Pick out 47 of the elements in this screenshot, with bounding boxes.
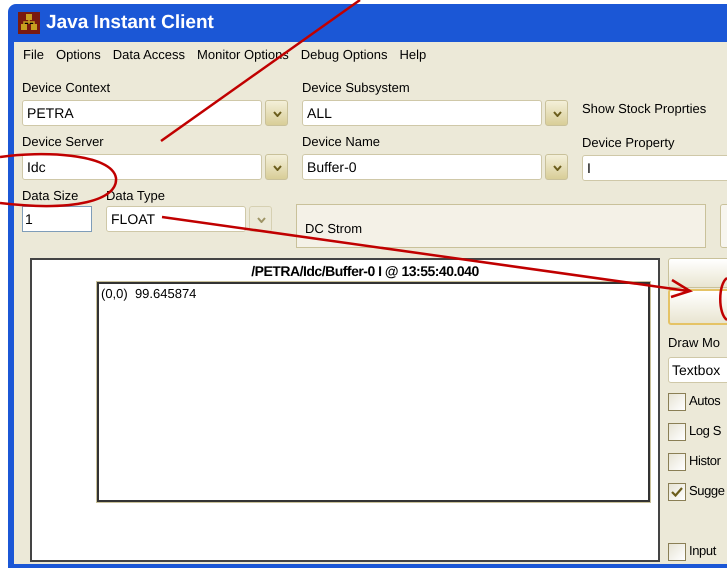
dropdown-button[interactable] (265, 154, 288, 180)
field-label: Sugge (689, 483, 725, 499)
field-label: DC Strom (305, 221, 362, 236)
field-label: Device Context (22, 80, 110, 96)
field-label: Input (689, 543, 716, 559)
checkmark-icon (671, 487, 683, 497)
action-button[interactable] (668, 289, 727, 325)
checkbox[interactable] (668, 453, 686, 471)
chevron-down-icon (553, 165, 562, 171)
field-label: Autos (689, 393, 720, 409)
chevron-down-icon (273, 111, 282, 117)
dropdown-button[interactable] (545, 100, 568, 126)
data-size-field[interactable]: 1 (22, 206, 92, 232)
checkbox[interactable] (668, 483, 686, 501)
chevron-down-icon (257, 217, 266, 223)
chevron-down-icon (553, 111, 562, 117)
chevron-down-icon (273, 165, 282, 171)
combo-field[interactable]: PETRA (22, 100, 262, 126)
menu-item[interactable]: Help (394, 45, 432, 65)
field-label: Device Name (302, 134, 380, 150)
display-title: /PETRA/Idc/Buffer-0 I @ 13:55:40.040 (251, 262, 479, 281)
dropdown-button[interactable] (545, 154, 568, 180)
field-label: Log S (689, 423, 721, 439)
field-label: Device Server (22, 134, 104, 150)
field-label: Histor (689, 453, 721, 469)
menu-item[interactable]: Debug Options (296, 45, 393, 65)
field-label: Data Size (22, 188, 78, 204)
data-line: (0,0) 99.645874 (101, 285, 198, 303)
window-title: Java Instant Client (46, 10, 214, 35)
combo-field[interactable]: Buffer-0 (302, 154, 542, 180)
field-label: Device Subsystem (302, 80, 410, 96)
menu-item[interactable]: Data Access (108, 45, 190, 65)
device-property-field[interactable]: I (582, 155, 727, 181)
field-label: Draw Mo (668, 335, 720, 351)
action-button[interactable] (668, 258, 727, 288)
field-label: Device Property (582, 135, 674, 151)
checkbox[interactable] (668, 393, 686, 411)
combo-field[interactable]: Idc (22, 154, 262, 180)
menu-item[interactable]: Options (50, 45, 106, 65)
app-icon (18, 12, 40, 34)
combo-field[interactable]: ALL (302, 100, 542, 126)
draw-mode-field[interactable]: Textbox (668, 357, 727, 383)
dropdown-button[interactable] (265, 100, 288, 126)
checkbox[interactable] (668, 423, 686, 441)
checkbox[interactable] (668, 543, 686, 561)
menu-item[interactable]: File (18, 45, 49, 65)
field-label: Show Stock Proprties (582, 101, 706, 117)
